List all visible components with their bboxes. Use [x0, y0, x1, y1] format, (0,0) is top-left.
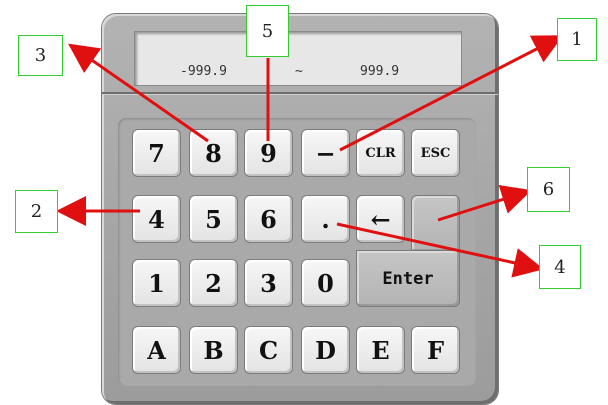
callout-6: 6 [527, 167, 570, 212]
arrow-6 [437, 184, 532, 222]
callout-1: 1 [557, 18, 597, 61]
arrow-1 [339, 35, 564, 152]
callout-5: 5 [246, 5, 289, 57]
arrow-3 [68, 43, 209, 143]
callout-4: 4 [539, 245, 581, 289]
callout-2: 2 [15, 190, 58, 233]
annotation-arrows [56, 35, 564, 278]
callout-3: 3 [18, 35, 63, 76]
arrow-4 [336, 222, 544, 278]
